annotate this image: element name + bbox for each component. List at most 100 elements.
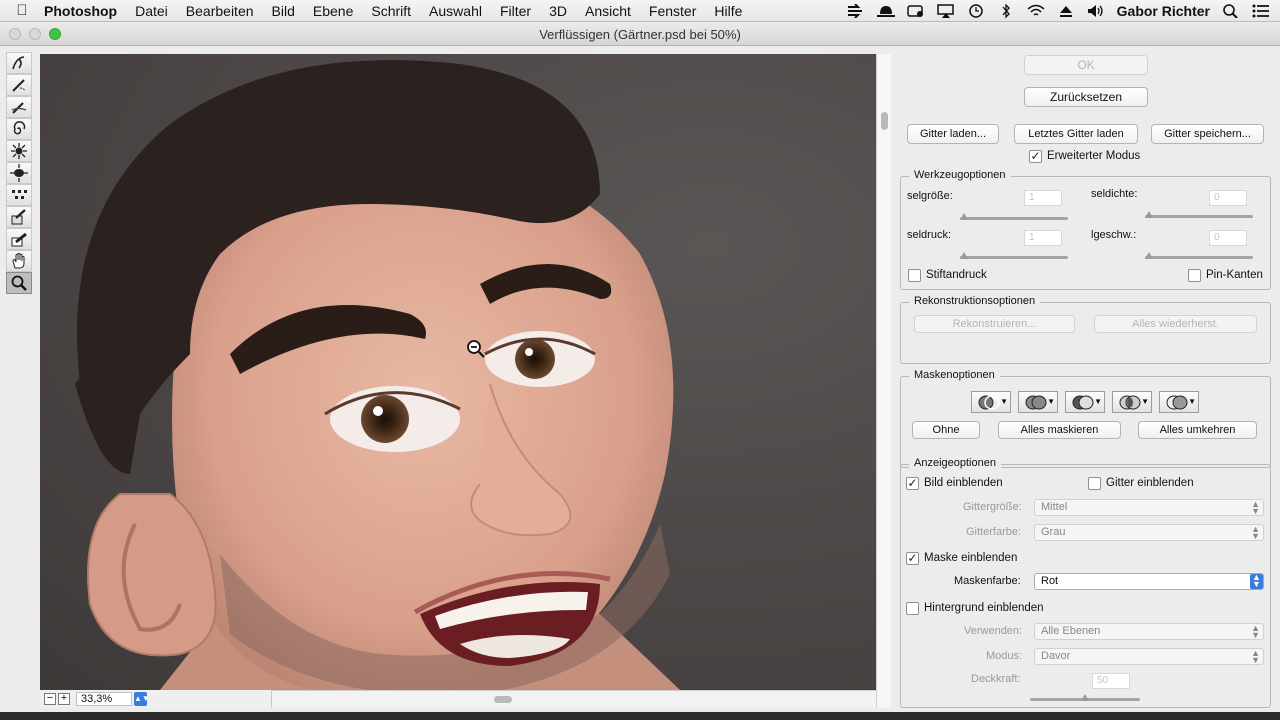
mask-color-select[interactable]: Rot ▲ ▼ (1034, 573, 1264, 590)
load-last-mesh-button[interactable]: Letztes Gitter laden (1014, 124, 1138, 144)
zoom-out-button[interactable]: − (44, 693, 56, 705)
reconstruct-button[interactable]: Rekonstruieren... (914, 315, 1075, 333)
mesh-color-select[interactable]: Grau ▲ ▼ (1034, 524, 1264, 541)
thaw-mask-tool-icon[interactable] (6, 228, 32, 250)
mask-color-arrows-icon: ▲ ▼ (1250, 573, 1263, 589)
brush-density-knob[interactable] (1145, 211, 1153, 218)
reconstruct-options-group: Rekonstruktionsoptionen Rekonstruieren..… (900, 295, 1271, 364)
mask-subtract-icon[interactable]: ▼ (1065, 391, 1105, 413)
bloat-tool-icon[interactable] (6, 162, 32, 184)
zoom-tool-icon[interactable] (6, 272, 32, 294)
mask-options-group: Maskenoptionen Ohne Alles maskieren Alle… (900, 369, 1271, 468)
vertical-scroll-thumb[interactable] (881, 112, 888, 130)
menu-filter[interactable]: Filter (491, 3, 540, 19)
restore-all-button[interactable]: Alles wiederherst. (1094, 315, 1257, 333)
eject-icon[interactable] (1057, 4, 1075, 18)
airplay-icon[interactable] (936, 3, 955, 18)
mask-replace-selection-icon[interactable]: ▼ (971, 391, 1011, 413)
portrait-image (75, 60, 680, 690)
show-mask-checkbox[interactable]: ✓ (906, 552, 919, 565)
apple-icon[interactable]:  (0, 2, 44, 19)
brush-rate-input[interactable]: 0 (1209, 230, 1247, 246)
mask-intersect-icon[interactable]: ▼ (1112, 391, 1152, 413)
zoom-dropdown-icon[interactable]: ▲▼ (134, 692, 150, 706)
menu-schrift[interactable]: Schrift (362, 3, 420, 19)
reset-button[interactable]: Zurücksetzen (1024, 87, 1148, 107)
title-bar: Verflüssigen (Gärtner.psd bei 50%) (0, 22, 1280, 46)
brush-rate-knob[interactable] (1145, 252, 1153, 259)
pucker-tool-icon[interactable] (6, 140, 32, 162)
mode-label: Modus: (986, 650, 1023, 662)
forward-warp-tool-icon[interactable] (6, 52, 32, 74)
brush-density-slider[interactable] (1145, 211, 1253, 218)
invert-all-button[interactable]: Alles umkehren (1138, 421, 1257, 439)
brush-size-label: selgröße: (907, 190, 953, 202)
image-canvas[interactable] (40, 54, 876, 690)
menu-hilfe[interactable]: Hilfe (705, 3, 751, 19)
menu-fenster[interactable]: Fenster (640, 3, 705, 19)
mask-add-icon[interactable]: ▼ (1018, 391, 1058, 413)
notification-center-icon[interactable] (1252, 4, 1270, 18)
menu-bild[interactable]: Bild (263, 3, 304, 19)
vertical-scrollbar[interactable] (876, 54, 891, 708)
push-left-tool-icon[interactable] (6, 184, 32, 206)
brush-size-knob[interactable] (960, 213, 968, 220)
pin-edges-checkbox[interactable] (1188, 269, 1201, 282)
opacity-input[interactable]: 50 (1092, 673, 1130, 689)
show-mask-label: Maske einblenden (924, 552, 1018, 564)
mask-none-button[interactable]: Ohne (912, 421, 980, 439)
ok-button[interactable]: OK (1024, 55, 1148, 75)
bluetooth-icon[interactable] (997, 2, 1015, 19)
hat-icon[interactable] (876, 4, 895, 18)
menu-auswahl[interactable]: Auswahl (420, 3, 491, 19)
save-mesh-button[interactable]: Gitter speichern... (1151, 124, 1264, 144)
user-name[interactable]: Gabor Richter (1117, 3, 1210, 19)
brush-pressure-input[interactable]: 1 (1024, 230, 1062, 246)
show-backdrop-checkbox[interactable] (906, 602, 919, 615)
use-select[interactable]: Alle Ebenen ▲ ▼ (1034, 623, 1264, 640)
time-machine-icon[interactable] (967, 3, 985, 18)
brush-pressure-knob[interactable] (960, 252, 968, 259)
pin-edges-label: Pin-Kanten (1206, 269, 1263, 281)
mask-color-label: Maskenfarbe: (954, 575, 1021, 587)
reconstruct-tool-icon[interactable] (6, 74, 32, 96)
opacity-slider[interactable] (1030, 694, 1140, 701)
brush-density-input[interactable]: 0 (1209, 190, 1247, 206)
drive-icon[interactable] (906, 4, 925, 18)
zoom-level[interactable]: 33,3% (76, 692, 132, 706)
tool-options-group: Werkzeugoptionen selgröße: 1 seldichte: … (900, 169, 1271, 290)
brush-rate-slider[interactable] (1145, 252, 1253, 259)
brush-size-slider[interactable] (960, 213, 1068, 220)
zoom-in-button[interactable]: + (58, 693, 70, 705)
twirl-tool-icon[interactable] (6, 118, 32, 140)
advanced-mode-label: Erweiterter Modus (1047, 150, 1141, 162)
brush-pressure-slider[interactable] (960, 252, 1068, 259)
mesh-size-select[interactable]: Mittel ▲ ▼ (1034, 499, 1264, 516)
brush-size-input[interactable]: 1 (1024, 190, 1062, 206)
menu-ansicht[interactable]: Ansicht (576, 3, 640, 19)
mode-select[interactable]: Davor ▲ ▼ (1034, 648, 1264, 665)
spotlight-icon[interactable] (1222, 3, 1240, 19)
menu-3d[interactable]: 3D (540, 3, 576, 19)
wifi-icon[interactable] (1027, 4, 1045, 18)
volume-icon[interactable] (1087, 4, 1105, 18)
stylus-pressure-checkbox[interactable] (908, 269, 921, 282)
horizontal-scroll-thumb[interactable] (494, 696, 512, 703)
view-options-title: Anzeigeoptionen (909, 457, 1001, 469)
menu-ebene[interactable]: Ebene (304, 3, 362, 19)
advanced-mode-checkbox[interactable]: ✓ (1029, 150, 1042, 163)
hand-tool-icon[interactable] (6, 250, 32, 272)
show-image-checkbox[interactable]: ✓ (906, 477, 919, 490)
opacity-knob[interactable] (1081, 694, 1089, 701)
mask-all-button[interactable]: Alles maskieren (998, 421, 1121, 439)
smooth-tool-icon[interactable] (6, 96, 32, 118)
freeze-mask-tool-icon[interactable] (6, 206, 32, 228)
arrows-icon[interactable] (847, 2, 865, 19)
show-mesh-checkbox[interactable] (1088, 477, 1101, 490)
menu-datei[interactable]: Datei (126, 3, 177, 19)
menu-app-name[interactable]: Photoshop (44, 3, 126, 19)
mask-invert-icon[interactable]: ▼ (1159, 391, 1199, 413)
load-mesh-button[interactable]: Gitter laden... (907, 124, 999, 144)
menu-bearbeiten[interactable]: Bearbeiten (177, 3, 263, 19)
zoom-bar: − + 33,3% ▲▼ (40, 690, 272, 708)
